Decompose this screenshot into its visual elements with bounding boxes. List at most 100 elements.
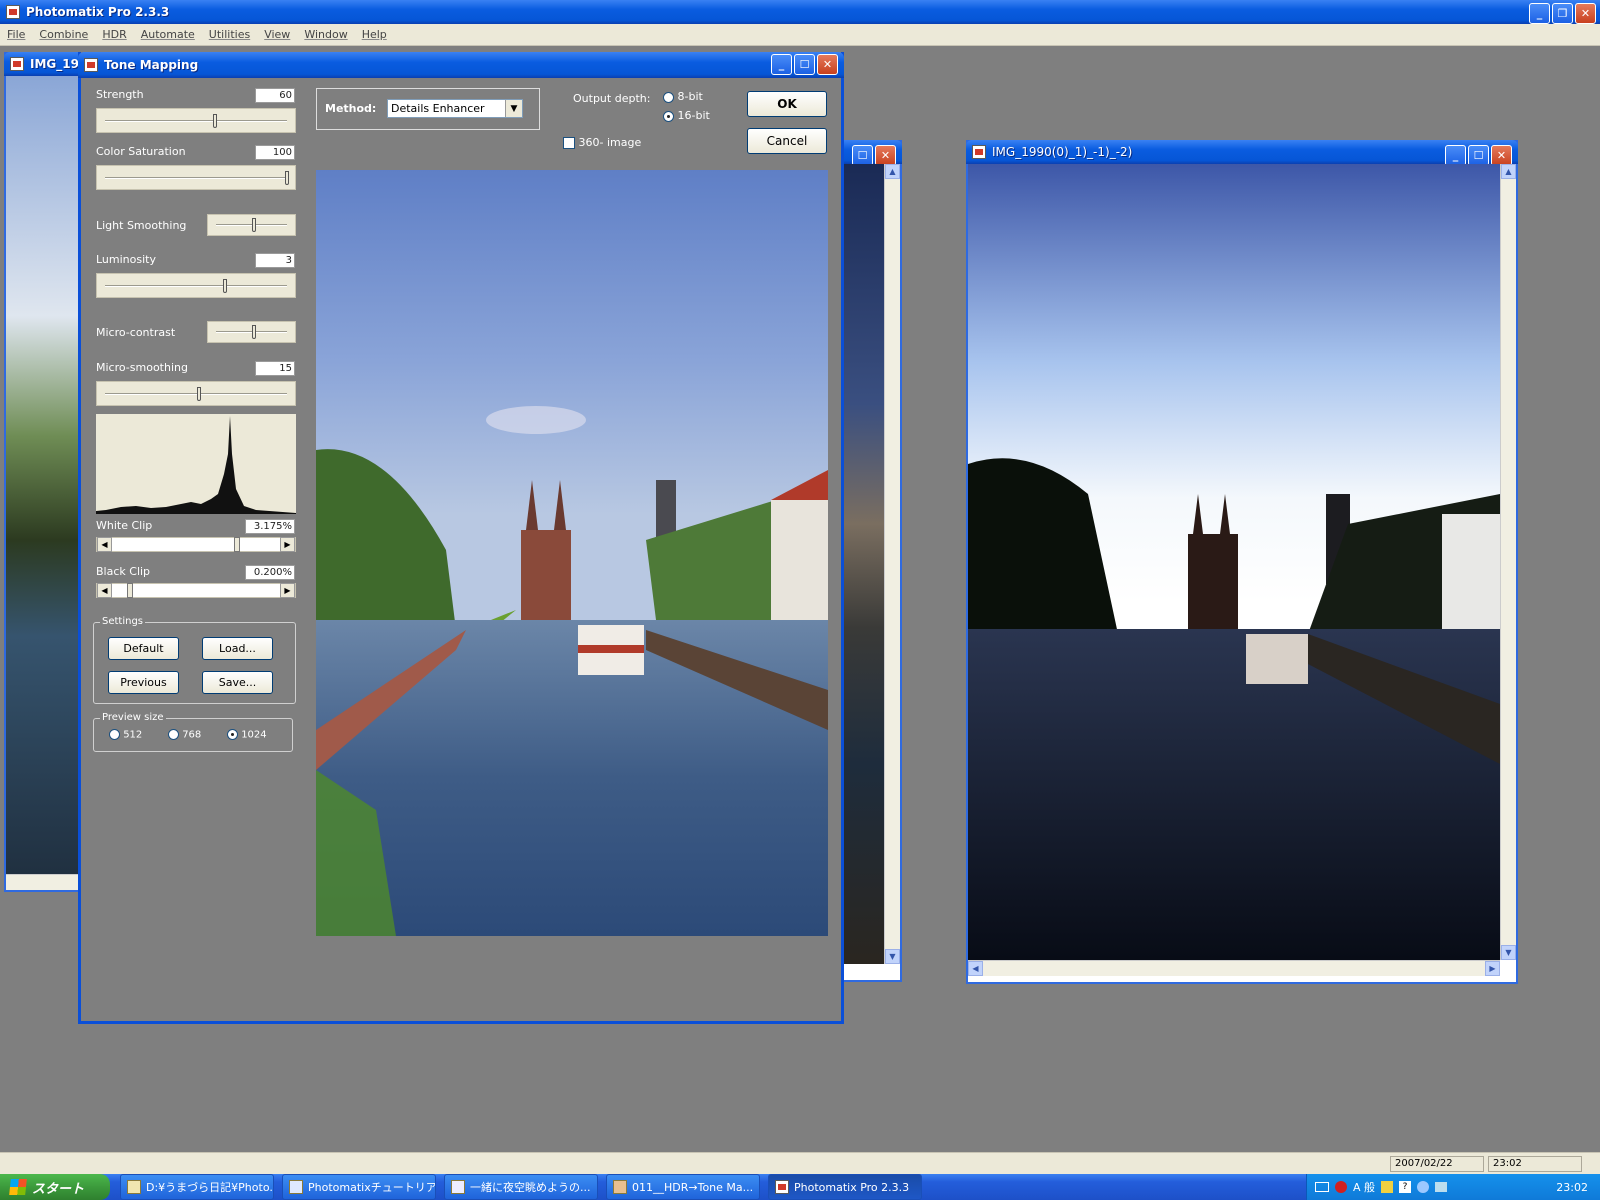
micro-contrast-slider[interactable]: [207, 321, 296, 343]
menu-combine[interactable]: Combine: [32, 28, 95, 41]
close-button[interactable]: ✕: [875, 145, 896, 166]
slider-thumb[interactable]: [252, 218, 256, 232]
start-button[interactable]: スタート: [0, 1174, 110, 1200]
radio-selected-icon[interactable]: [227, 729, 238, 740]
maximize-button[interactable]: ☐: [852, 145, 873, 166]
default-button[interactable]: Default: [108, 637, 179, 660]
minimize-button[interactable]: _: [771, 54, 792, 75]
load-button[interactable]: Load...: [202, 637, 273, 660]
image-window-right-titlebar[interactable]: IMG_1990(0)_1)_-1)_-2) _ ☐ ✕: [966, 140, 1518, 166]
black-clip-label: Black Clip: [96, 565, 151, 578]
image-window-middle-titlebar[interactable]: ☐ ✕: [838, 140, 902, 166]
previous-button[interactable]: Previous: [108, 671, 179, 694]
menu-help[interactable]: Help: [355, 28, 394, 41]
luminosity-slider[interactable]: [96, 273, 296, 298]
micro-smoothing-value[interactable]: 15: [255, 361, 295, 376]
minimize-button[interactable]: _: [1529, 3, 1550, 24]
maximize-button[interactable]: ☐: [1468, 145, 1489, 166]
menu-view[interactable]: View: [257, 28, 297, 41]
white-clip-value[interactable]: 3.175%: [245, 519, 295, 534]
black-clip-thumb[interactable]: [127, 583, 133, 598]
radio-icon[interactable]: [109, 729, 120, 740]
ok-button[interactable]: OK: [747, 91, 827, 117]
help-icon[interactable]: ?: [1399, 1181, 1412, 1193]
slider-thumb[interactable]: [223, 279, 227, 293]
radio-icon[interactable]: [168, 729, 179, 740]
minimize-button[interactable]: _: [1445, 145, 1466, 166]
scroll-down-icon[interactable]: ▼: [885, 949, 900, 964]
color-saturation-slider[interactable]: [96, 165, 296, 190]
preview-1024-option[interactable]: 1024: [227, 729, 267, 741]
method-value: Details Enhancer: [391, 102, 485, 115]
image-window-left-titlebar[interactable]: IMG_19: [4, 52, 84, 76]
network-icon[interactable]: [1381, 1181, 1394, 1193]
color-saturation-value[interactable]: 100: [255, 145, 295, 160]
preview-512-option[interactable]: 512: [109, 729, 142, 741]
start-label: スタート: [32, 1181, 85, 1197]
taskbar-item-hdr[interactable]: 011__HDR→Tone Ma...: [606, 1174, 760, 1200]
radio-selected-icon[interactable]: [663, 110, 674, 122]
checkbox-icon[interactable]: [563, 137, 575, 149]
taskbar-item-explorer[interactable]: D:¥うまづら日記¥Photo...: [120, 1174, 274, 1200]
arrow-left-icon[interactable]: ◀: [97, 537, 112, 552]
black-clip-scrollbar[interactable]: ◀ ▶: [96, 583, 296, 598]
scroll-up-icon[interactable]: ▲: [1501, 164, 1516, 179]
close-button[interactable]: ✕: [1491, 145, 1512, 166]
keyboard-icon[interactable]: [1315, 1182, 1329, 1192]
slider-thumb[interactable]: [285, 171, 289, 185]
luminosity-label: Luminosity: [96, 253, 156, 266]
output-8bit-option[interactable]: 8-bit: [663, 90, 703, 103]
chevron-down-icon[interactable]: ▼: [505, 100, 522, 117]
radio-icon[interactable]: [663, 91, 674, 103]
menu-utilities[interactable]: Utilities: [202, 28, 257, 41]
preview-768-option[interactable]: 768: [168, 729, 201, 741]
security-icon[interactable]: [1335, 1181, 1347, 1193]
close-button[interactable]: ✕: [1575, 3, 1596, 24]
volume-icon[interactable]: [1417, 1181, 1430, 1193]
menu-automate[interactable]: Automate: [134, 28, 202, 41]
slider-thumb[interactable]: [197, 387, 201, 401]
arrow-left-icon[interactable]: ◀: [97, 583, 112, 598]
light-smoothing-slider[interactable]: [207, 214, 296, 236]
ime-indicator[interactable]: A 般: [1353, 1179, 1375, 1195]
scroll-right-icon[interactable]: ▶: [1485, 961, 1500, 976]
method-select[interactable]: Details Enhancer ▼: [387, 99, 523, 118]
menu-hdr[interactable]: HDR: [95, 28, 133, 41]
luminosity-value[interactable]: 3: [255, 253, 295, 268]
image-right-hscroll[interactable]: ◀ ▶: [968, 960, 1500, 976]
close-button[interactable]: ✕: [817, 54, 838, 75]
cancel-button[interactable]: Cancel: [747, 128, 827, 154]
strength-slider[interactable]: [96, 108, 296, 133]
arrow-right-icon[interactable]: ▶: [280, 583, 295, 598]
display-icon[interactable]: [1435, 1182, 1448, 1192]
scroll-left-icon[interactable]: ◀: [968, 961, 983, 976]
taskbar-item-blog[interactable]: 一緒に夜空眺めようの...: [444, 1174, 598, 1200]
output-16bit-option[interactable]: 16-bit: [663, 109, 710, 122]
micro-smoothing-slider[interactable]: [96, 381, 296, 406]
black-clip-value[interactable]: 0.200%: [245, 565, 295, 580]
maximize-button[interactable]: ☐: [794, 54, 815, 75]
menu-file[interactable]: File: [0, 28, 32, 41]
arrow-right-icon[interactable]: ▶: [280, 537, 295, 552]
image-middle-vscroll[interactable]: ▲ ▼: [884, 164, 900, 964]
save-button[interactable]: Save...: [202, 671, 273, 694]
taskbar-item-tutorial[interactable]: Photomatixチュートリア...: [282, 1174, 436, 1200]
slider-thumb[interactable]: [213, 114, 217, 128]
micro-contrast-label: Micro-contrast: [96, 326, 176, 339]
menu-window[interactable]: Window: [297, 28, 354, 41]
white-clip-thumb[interactable]: [234, 537, 240, 552]
scroll-down-icon[interactable]: ▼: [1501, 945, 1516, 960]
clock: 23:02: [1556, 1180, 1588, 1194]
scroll-up-icon[interactable]: ▲: [885, 164, 900, 179]
image-right-vscroll[interactable]: ▲ ▼: [1500, 164, 1516, 960]
image-left-hscroll[interactable]: [6, 874, 82, 890]
dialog-titlebar[interactable]: Tone Mapping _ ☐ ✕: [78, 52, 844, 78]
restore-button[interactable]: ❐: [1552, 3, 1573, 24]
taskbar-item-label: 011__HDR→Tone Ma...: [632, 1180, 754, 1194]
strength-value[interactable]: 60: [255, 88, 295, 103]
slider-thumb[interactable]: [252, 325, 256, 339]
strength-label: Strength: [96, 88, 144, 101]
taskbar-item-photomatix[interactable]: Photomatix Pro 2.3.3: [768, 1174, 922, 1200]
image360-option[interactable]: 360- image: [563, 136, 641, 149]
white-clip-scrollbar[interactable]: ◀ ▶: [96, 537, 296, 552]
